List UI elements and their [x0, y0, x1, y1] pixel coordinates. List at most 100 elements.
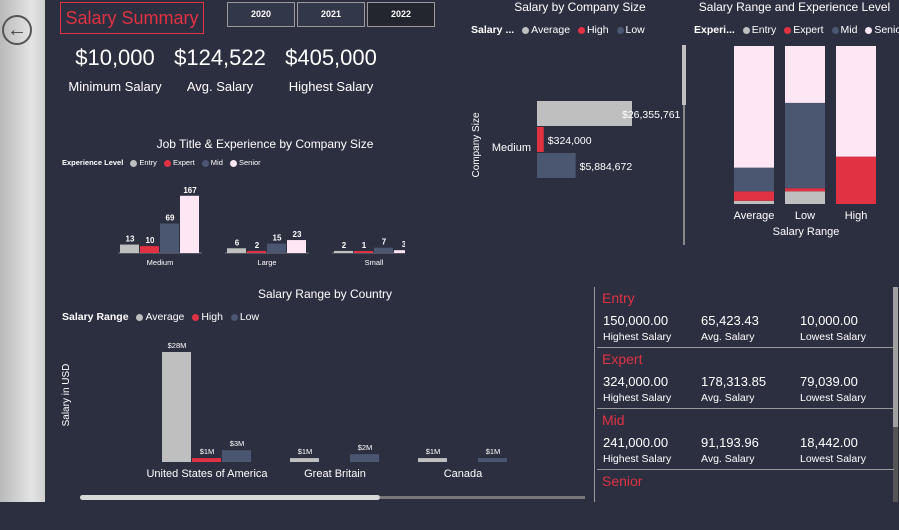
chart3-legend-title: Experi... [694, 24, 735, 36]
card-expert: Expert 324,000.00 Highest Salary 178,313… [597, 348, 894, 409]
chart1-bar-small-entry [334, 250, 353, 253]
legend-high: High [586, 24, 609, 36]
chart3-segment-low-mid [785, 102, 825, 189]
card-expert-lowest-label: Lowest Salary [800, 392, 866, 404]
chart2-bar-high [537, 127, 544, 152]
page-title: Salary Summary [60, 2, 204, 34]
chart1-label-large-mid: 15 [273, 234, 282, 243]
card-mid-title: Mid [602, 412, 625, 428]
card-mid-lowest: 18,442.00 [800, 435, 858, 450]
card-mid: Mid 241,000.00 Highest Salary 91,193.96 … [597, 409, 894, 470]
chart1-label-medium-senior: 167 [183, 186, 197, 195]
back-arrow-icon[interactable]: ← [2, 15, 32, 45]
chart2-scrollbar[interactable] [682, 45, 686, 105]
chart4-label-canada-low: $1M [486, 447, 501, 456]
card-mid-highest-label: Highest Salary [603, 453, 672, 465]
chart2-category-medium: Medium [492, 142, 531, 154]
legend-mid: Mid [840, 24, 858, 36]
chart4-title: Salary Range by Country [257, 287, 393, 301]
chart1-bar-small-senior [394, 250, 405, 253]
year-button-2022[interactable]: 2022 [367, 2, 435, 27]
chart1-legend-title: Experience Level [62, 158, 124, 167]
chart4-category-united-states-of-america: United States of America [146, 468, 268, 480]
chart1-label-medium-entry: 13 [126, 235, 135, 244]
chart3-segment-high-expert [836, 156, 876, 204]
card-mid-lowest-label: Lowest Salary [800, 453, 866, 465]
chart-salary-range-experience: Average Low High Salary Range [734, 46, 876, 238]
card-expert-highest-label: Highest Salary [603, 392, 672, 404]
card-senior: Senior [597, 470, 894, 530]
chart3-legend: Experi... Entry Expert Mid Senior [694, 24, 899, 36]
horizontal-scrollbar[interactable] [80, 495, 380, 500]
kpi-min-value: $10,000 [75, 45, 155, 70]
card-senior-title: Senior [602, 473, 643, 489]
chart1-bar-small-expert [354, 251, 373, 253]
chart1-bar-medium-expert [140, 246, 159, 253]
chart3-segment-average-entry [734, 200, 774, 204]
chart2-bar-average [537, 101, 632, 126]
chart1-label-small-entry: 2 [342, 241, 347, 250]
kpi-avg-value: $124,522 [174, 45, 266, 70]
chart3-category-high: High [845, 210, 868, 222]
legend-senior: Senior [874, 24, 899, 36]
chart4-category-great-britain: Great Britain [304, 468, 366, 480]
chart1-bar-large-mid [267, 243, 286, 253]
card-expert-avg-label: Avg. Salary [701, 392, 755, 404]
chart4-bar-great-britain-low [350, 454, 379, 462]
chart4-ylabel: Salary in USD [61, 364, 72, 427]
chart4-bar-united-states-of-america-low [222, 450, 251, 462]
chart1-bar-medium-mid [160, 223, 179, 253]
chart3-segment-low-senior [785, 46, 825, 103]
chart1-label-medium-expert: 10 [146, 236, 155, 245]
chart4-bar-united-states-of-america-average [162, 352, 191, 462]
chart4-label-great-britain-average: $1M [298, 447, 313, 456]
chart1-title: Job Title & Experience by Company Size [156, 137, 374, 151]
chart1-bar-medium-senior [180, 195, 199, 253]
year-button-2020[interactable]: 2020 [227, 2, 295, 27]
card-expert-lowest: 79,039.00 [800, 374, 858, 389]
chart2-title: Salary by Company Size [514, 0, 646, 14]
legend-mid: Mid [210, 158, 223, 167]
chart1-label-medium-mid: 69 [166, 214, 175, 223]
chart2-label-high: $324,000 [548, 135, 592, 147]
card-expert-highest: 324,000.00 [603, 374, 669, 389]
chart2-legend: Salary ... Average High Low [471, 24, 645, 36]
chart3-segment-low-entry [785, 191, 825, 204]
chart2-legend-title: Salary ... [471, 24, 515, 36]
chart3-segment-low-expert [785, 188, 825, 192]
chart-salary-range-country: Salary in USD $28M $1M $3M United States of … [61, 341, 507, 480]
legend-high: High [201, 311, 223, 323]
chart4-label-united-states-of-america-high: $1M [200, 447, 215, 456]
chart4-label-great-britain-low: $2M [358, 443, 373, 452]
chart1-label-small-mid: 7 [382, 238, 387, 247]
chart2-bar-low [537, 153, 576, 178]
card-mid-avg: 91,193.96 [701, 435, 759, 450]
horizontal-scroll-track [380, 496, 585, 499]
chart3-segment-average-mid [734, 167, 774, 192]
chart1-category-medium: Medium [147, 258, 174, 267]
card-entry-avg-label: Avg. Salary [701, 331, 755, 343]
card-mid-highest: 241,000.00 [603, 435, 669, 450]
chart1-label-large-senior: 23 [293, 230, 302, 239]
chart2-scroll-track [683, 105, 685, 245]
card-entry-title: Entry [602, 290, 635, 306]
chart3-category-average: Average [734, 210, 775, 222]
chart1-category-large: Large [257, 258, 276, 267]
legend-senior: Senior [238, 158, 261, 167]
chart1-label-small-expert: 1 [362, 241, 367, 250]
chart3-xlabel: Salary Range [773, 226, 840, 238]
card-entry-highest: 150,000.00 [603, 313, 669, 328]
legend-low: Low [239, 311, 260, 323]
sidebar [0, 0, 45, 502]
legend-low: Low [625, 24, 645, 36]
card-expert-title: Expert [602, 351, 643, 367]
chart1-category-small: Small [365, 258, 384, 267]
chart1-bar-large-expert [247, 250, 266, 253]
chart1-bar-medium-entry [120, 244, 139, 253]
card-mid-avg-label: Avg. Salary [701, 453, 755, 465]
year-button-2021[interactable]: 2021 [297, 2, 365, 27]
chart3-segment-high-senior [836, 46, 876, 157]
legend-entry: Entry [751, 24, 777, 36]
cards-left-border [594, 287, 595, 502]
chart1-label-large-entry: 6 [235, 238, 240, 247]
